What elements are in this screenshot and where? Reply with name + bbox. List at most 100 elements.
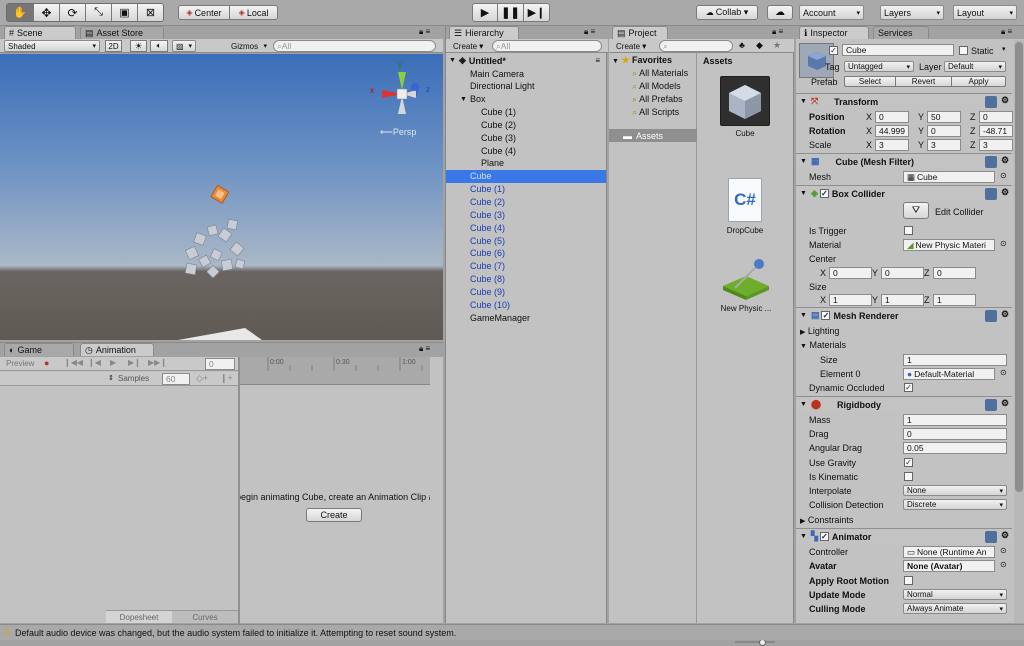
cloud-button[interactable]: ☁ xyxy=(767,5,793,20)
fav-item[interactable]: ⌕ All Prefabs xyxy=(632,94,683,105)
create-clip-button[interactable]: Create xyxy=(306,508,362,522)
help-icon[interactable] xyxy=(985,188,997,200)
hierarchy-item[interactable]: Cube (9) xyxy=(446,285,606,298)
dopesheet-tab[interactable]: Dopesheet xyxy=(106,611,172,623)
static-checkbox[interactable] xyxy=(959,46,968,55)
assets-folder-item[interactable]: ▬ Assets xyxy=(609,129,697,142)
hierarchy-item[interactable]: Cube (1) xyxy=(446,183,606,196)
vector-x-field[interactable]: 44.999 xyxy=(875,125,909,137)
constraints-foldout[interactable]: ▶ Constraints xyxy=(800,515,853,525)
asset-tile[interactable]: Cube xyxy=(717,76,773,142)
settings-gear-icon[interactable]: ⚙ xyxy=(1001,95,1009,106)
account-dropdown[interactable]: Account xyxy=(799,5,864,20)
hierarchy-item[interactable]: Cube (4) xyxy=(446,221,606,234)
tag-dropdown[interactable]: Untagged xyxy=(844,61,914,72)
effects-dropdown[interactable]: ▨ xyxy=(172,40,196,52)
avatar-field[interactable]: None (Avatar) xyxy=(903,560,995,572)
record-icon[interactable]: ● xyxy=(44,358,49,368)
axis-letter-z[interactable]: Z xyxy=(970,112,976,122)
audio-toggle[interactable]: 🔈︎ xyxy=(150,40,168,52)
hierarchy-item[interactable]: Cube (7) xyxy=(446,260,606,273)
vector-y-field[interactable]: 0 xyxy=(927,125,961,137)
vector-z-field[interactable]: -48.71 xyxy=(979,125,1013,137)
next-key-icon[interactable]: ▶❙ xyxy=(128,358,141,367)
object-picker-icon[interactable]: ⊙ xyxy=(1000,239,1007,248)
hierarchy-item[interactable]: Cube (2) xyxy=(446,118,606,131)
transform-header[interactable]: ▼ ⤧ Transform ⚙ xyxy=(796,93,1012,109)
axis-letter-y[interactable]: Y xyxy=(872,295,878,305)
materials-foldout[interactable]: ▼ Materials xyxy=(800,340,846,350)
lighting-foldout[interactable]: ▶ Lighting xyxy=(800,326,839,336)
shading-dropdown[interactable]: Shaded xyxy=(4,40,100,52)
axis-letter-x[interactable]: X xyxy=(866,112,872,122)
settings-gear-icon[interactable]: ⚙ xyxy=(1001,398,1009,409)
hierarchy-item[interactable]: Cube (1) xyxy=(446,106,606,119)
samples-field[interactable]: 60 xyxy=(162,373,190,385)
hierarchy-create-dropdown[interactable]: Create ▾ xyxy=(450,40,486,52)
insp-menu-icon[interactable]: 🔒︎ ≡ xyxy=(1001,27,1012,37)
settings-gear-icon[interactable]: ⚙ xyxy=(1001,187,1009,198)
fold-arrow-icon[interactable]: ▼ xyxy=(460,96,467,103)
axis-letter-y[interactable]: Y xyxy=(918,140,924,150)
object-picker-icon[interactable]: ⊙ xyxy=(1000,171,1007,180)
scene-root-item[interactable]: ▼ ◈ Untitled* ≡ xyxy=(446,54,606,67)
status-bar[interactable]: ⚠ Default audio device was changed, but … xyxy=(0,624,1024,640)
layers-dropdown[interactable]: Layers xyxy=(880,5,944,20)
project-create-dropdown[interactable]: Create ▾ xyxy=(613,40,649,52)
hierarchy-item[interactable]: Cube (2) xyxy=(446,196,606,209)
hierarchy-item[interactable]: Plane xyxy=(446,157,606,170)
object-picker-icon[interactable]: ⊙ xyxy=(1000,368,1007,377)
clip-dropdown-icon[interactable]: ⇕ xyxy=(108,374,114,382)
fav-item[interactable]: ⌕ All Materials xyxy=(632,68,688,79)
name-field[interactable]: Cube xyxy=(842,44,954,56)
axis-letter-y[interactable]: Y xyxy=(872,268,878,278)
tab-services[interactable]: Services xyxy=(873,26,929,39)
favorites-header[interactable]: ▼ ★ Favorites xyxy=(612,55,672,66)
hand-tool-button[interactable]: ✋ xyxy=(7,4,33,21)
use-gravity-checkbox[interactable]: ✓ xyxy=(904,458,913,467)
vector-z-field[interactable]: 0 xyxy=(979,111,1013,123)
meshfilter-header[interactable]: ▼ ▦ Cube (Mesh Filter) ⚙ xyxy=(796,153,1012,169)
hierarchy-item[interactable]: Cube (4) xyxy=(446,144,606,157)
play-anim-icon[interactable]: ▶ xyxy=(110,358,116,367)
preview-toggle[interactable]: Preview xyxy=(6,359,34,368)
hierarchy-item[interactable]: Directional Light xyxy=(446,80,606,93)
meshrenderer-header[interactable]: ▼ ▤ ✓ Mesh Renderer ⚙ xyxy=(796,307,1012,323)
scene-orientation-gizmo[interactable]: y x z xyxy=(370,60,434,122)
lighting-toggle[interactable]: ☀ xyxy=(130,40,147,52)
play-button[interactable]: ▶ xyxy=(472,3,498,22)
add-event-icon[interactable]: ❙+ xyxy=(220,373,233,384)
anim-menu-icon[interactable]: 🔒︎ ≡ xyxy=(419,344,430,354)
hierarchy-item[interactable]: Cube (3) xyxy=(446,131,606,144)
object-picker-icon[interactable]: ⊙ xyxy=(1000,546,1007,555)
first-key-icon[interactable]: ❙◀◀ xyxy=(64,358,83,367)
angular-drag-field[interactable]: 0.05 xyxy=(903,442,1007,454)
vector-y-field[interactable]: 50 xyxy=(927,111,961,123)
interpolate-dropdown[interactable]: None xyxy=(903,485,1007,496)
help-icon[interactable] xyxy=(985,156,997,168)
update-mode-dropdown[interactable]: Normal xyxy=(903,589,1007,600)
is-kinematic-checkbox[interactable] xyxy=(904,472,913,481)
rotate-tool-button[interactable]: ⟳ xyxy=(59,4,85,21)
filter-label-icon[interactable]: ◆ xyxy=(756,40,763,51)
vector-y-field[interactable]: 3 xyxy=(927,139,961,151)
tab-project[interactable]: ▤ Project xyxy=(612,26,668,39)
axis-letter-x[interactable]: X xyxy=(866,126,872,136)
vector-x-field[interactable]: 0 xyxy=(829,267,872,279)
panel-lock-icon[interactable]: 🔒︎ ≡ xyxy=(419,27,430,37)
pivot-local-button[interactable]: ◈ Local xyxy=(230,5,278,20)
boxcollider-header[interactable]: ▼ ◈ ✓ Box Collider ⚙ xyxy=(796,185,1012,201)
pause-button[interactable]: ❚❚ xyxy=(498,3,524,22)
settings-gear-icon[interactable]: ⚙ xyxy=(1001,530,1009,541)
scene-menu-icon[interactable]: ≡ xyxy=(595,56,600,65)
pivot-center-button[interactable]: ◈ Center xyxy=(178,5,230,20)
add-keyframe-icon[interactable]: ◇+ xyxy=(196,373,208,384)
tab-animation[interactable]: ◷ Animation xyxy=(80,343,154,356)
is-trigger-checkbox[interactable] xyxy=(904,226,913,235)
vector-y-field[interactable]: 1 xyxy=(881,294,924,306)
drag-field[interactable]: 0 xyxy=(903,428,1007,440)
prefab-revert-button[interactable]: Revert xyxy=(896,76,952,87)
controller-field[interactable]: ▭ None (Runtime An xyxy=(903,546,995,558)
axis-letter-y[interactable]: Y xyxy=(918,126,924,136)
help-icon[interactable] xyxy=(985,96,997,108)
